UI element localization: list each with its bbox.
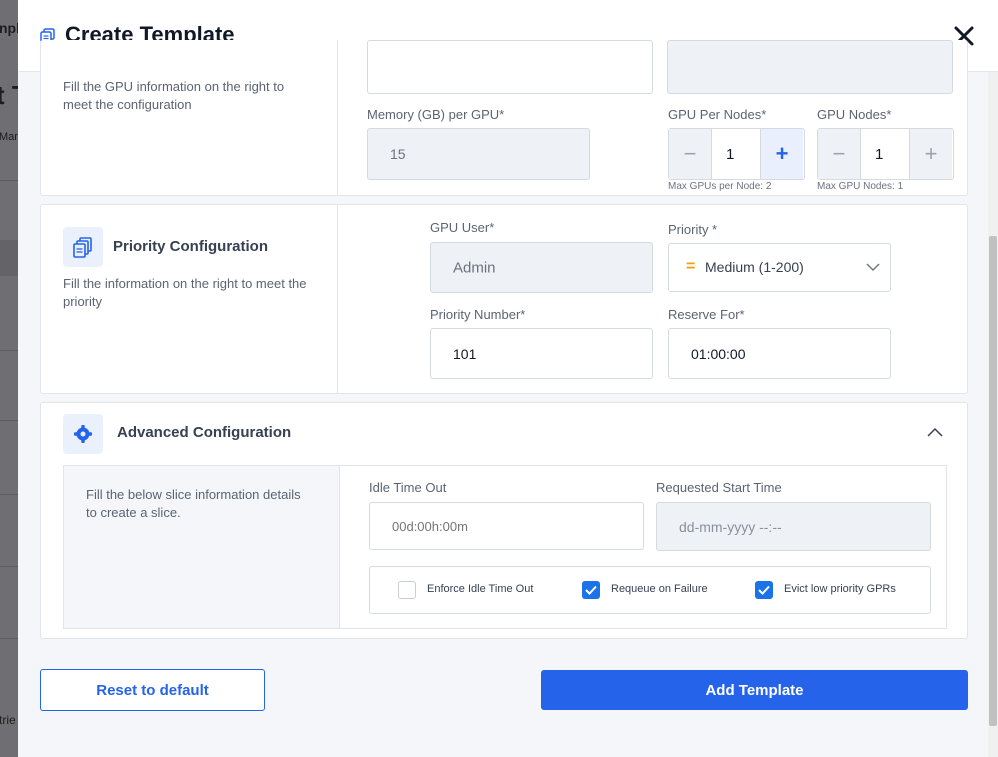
bg-footer-fragment: trie [0, 713, 16, 727]
gpu-nodes-value[interactable]: 1 [860, 129, 910, 179]
evict-checkbox[interactable] [755, 581, 773, 599]
minus-icon[interactable]: − [818, 129, 860, 179]
priority-number-label: Priority Number* [430, 307, 526, 322]
bg-divider [0, 494, 18, 495]
requeue-checkbox[interactable] [582, 581, 600, 599]
gear-icon [74, 425, 92, 443]
memory-value: 15 [390, 146, 406, 162]
idle-timeout-label: Idle Time Out [369, 480, 447, 495]
chevron-down-icon [866, 263, 880, 271]
priority-select[interactable]: = Medium (1-200) [668, 243, 891, 292]
advanced-section-description: Fill the below slice information details… [86, 487, 301, 520]
advanced-section-title: Advanced Configuration [117, 424, 292, 441]
advanced-config-card: Advanced Configuration Fill the below sl… [40, 402, 968, 639]
requeue-label: Requeue on Failure [611, 583, 708, 595]
gpu-user-label: GPU User* [430, 220, 495, 235]
gpu-nodes-label: GPU Nodes* [817, 107, 892, 122]
bg-subtitle-fragment: Mar [0, 131, 18, 143]
bg-divider [0, 638, 18, 639]
gpu-config-card: Fill the GPU information on the right to… [40, 40, 968, 196]
requested-start-input[interactable]: dd-mm-yyyy --:-- [656, 502, 931, 551]
priority-medium-icon: = [686, 258, 696, 275]
advanced-inner-panel: Fill the below slice information details… [63, 465, 947, 629]
gpu-per-nodes-hint: Max GPUs per Node: 2 [668, 181, 772, 192]
bg-divider [0, 420, 18, 421]
idle-timeout-input[interactable] [369, 502, 644, 550]
gpu-per-nodes-label: GPU Per Nodes* [668, 107, 767, 122]
bg-breadcrumb-fragment: npl [0, 20, 18, 36]
priority-value: Medium (1-200) [705, 259, 804, 275]
card-divider [337, 205, 338, 393]
gpu-nodes-stepper: − 1 + [817, 128, 954, 180]
gpu-section-description: Fill the GPU information on the right to… [63, 79, 285, 112]
bg-row-highlight [0, 240, 18, 276]
chevron-up-icon[interactable] [927, 427, 943, 437]
bg-divider [0, 566, 18, 567]
priority-section-description: Fill the information on the right to mee… [63, 276, 307, 309]
plus-icon[interactable]: + [761, 129, 803, 179]
scrollbar-thumb[interactable] [989, 236, 997, 726]
reset-to-default-button[interactable]: Reset to default [40, 669, 265, 711]
memory-field: 15 [367, 128, 590, 180]
gpu-model-select[interactable] [367, 40, 653, 94]
layers-icon [73, 237, 92, 258]
reserve-for-input[interactable]: 01:00:00 [668, 328, 891, 379]
enforce-idle-checkbox[interactable] [398, 581, 416, 599]
priority-number-value: 101 [453, 345, 477, 362]
create-template-modal: Create Template Fill the GPU information… [18, 0, 998, 757]
enforce-idle-label: Enforce Idle Time Out [427, 583, 534, 595]
requested-start-label: Requested Start Time [656, 480, 782, 495]
priority-icon-box [63, 227, 103, 267]
gpu-per-nodes-stepper: − 1 + [668, 128, 805, 180]
advanced-icon-box [63, 414, 103, 454]
gpu-user-field: Admin [430, 242, 653, 293]
priority-section-title: Priority Configuration [113, 238, 268, 255]
priority-number-input[interactable]: 101 [430, 328, 653, 379]
memory-label: Memory (GB) per GPU* [367, 107, 505, 122]
gpu-per-nodes-value[interactable]: 1 [711, 129, 761, 179]
gpu-user-value: Admin [453, 259, 496, 276]
bg-divider [0, 180, 18, 181]
gpu-nodes-hint: Max GPU Nodes: 1 [817, 181, 904, 192]
priority-label: Priority * [668, 222, 718, 237]
add-template-button[interactable]: Add Template [541, 670, 968, 710]
check-icon [758, 585, 770, 595]
card-divider [337, 40, 338, 195]
bg-title-fragment: t T [0, 80, 18, 110]
requested-start-placeholder: dd-mm-yyyy --:-- [679, 518, 782, 535]
minus-icon[interactable]: − [669, 129, 711, 179]
priority-config-card: Priority Configuration Fill the informat… [40, 204, 968, 394]
plus-icon[interactable]: + [910, 129, 952, 179]
bg-divider [0, 350, 18, 351]
reserve-for-value: 01:00:00 [691, 345, 746, 362]
reserve-for-label: Reserve For* [668, 307, 745, 322]
options-row: Enforce Idle Time Out Requeue on Failure… [369, 566, 931, 614]
gpu-type-field [667, 40, 953, 94]
evict-label: Evict low priority GPRs [784, 583, 896, 595]
background-page: npl t T Mar trie [0, 0, 18, 757]
check-icon [585, 585, 597, 595]
